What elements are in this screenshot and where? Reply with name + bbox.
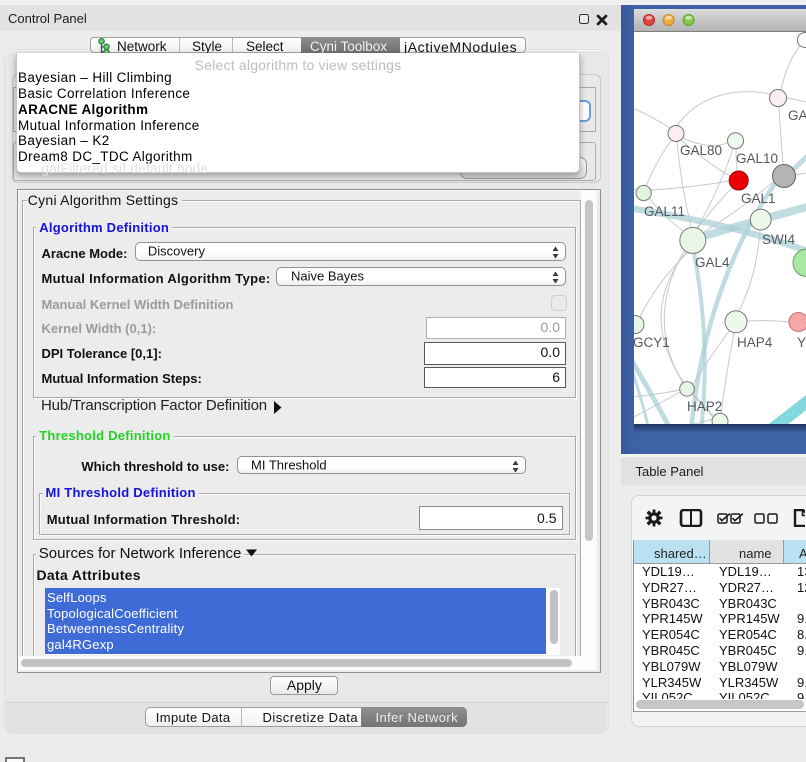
svg-text:HAP4: HAP4 <box>737 335 773 350</box>
svg-text:GAL10: GAL10 <box>736 151 778 166</box>
svg-text:SWI4: SWI4 <box>762 232 795 247</box>
svg-text:GCY1: GCY1 <box>634 335 670 350</box>
svg-text:GAL2: GAL2 <box>788 108 806 123</box>
svg-text:GAL1: GAL1 <box>741 191 776 206</box>
svg-text:HAP2: HAP2 <box>687 399 722 414</box>
svg-text:GAL4: GAL4 <box>695 255 730 270</box>
svg-text:GAL80: GAL80 <box>680 143 722 158</box>
svg-text:GAL11: GAL11 <box>644 204 685 219</box>
svg-text:Y: Y <box>797 335 806 350</box>
